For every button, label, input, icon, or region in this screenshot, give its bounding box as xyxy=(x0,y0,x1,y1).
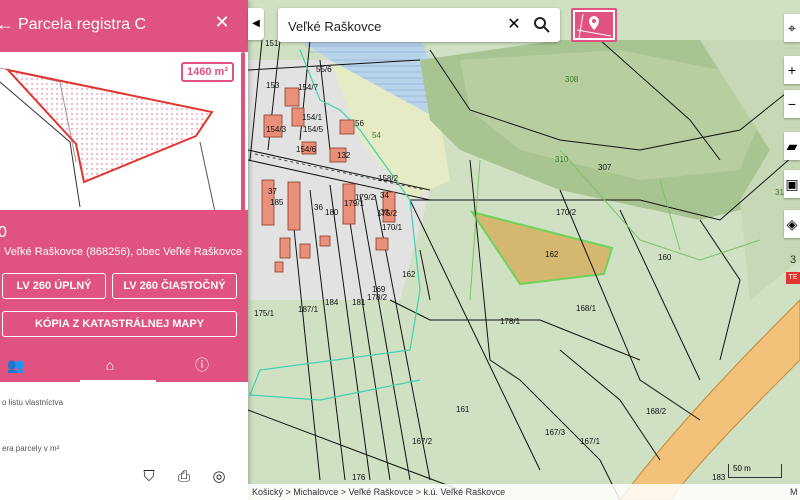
parcel-label: 154/5 xyxy=(303,125,324,134)
map-location-button[interactable] xyxy=(571,8,617,42)
scrollbar[interactable] xyxy=(241,52,245,212)
parcel-label: 154/3 xyxy=(266,125,287,134)
bookmark-icon[interactable]: ⛉ xyxy=(138,466,160,488)
search-input[interactable] xyxy=(286,14,500,38)
parcel-label: 178/2 xyxy=(367,293,388,302)
parcel-label: 154/7 xyxy=(298,83,319,92)
parcel-label: 151 xyxy=(265,39,279,48)
parcel-label: 54 xyxy=(372,131,381,140)
parcel-label: 184 xyxy=(325,298,339,307)
attribution-corner: M xyxy=(790,487,798,497)
clear-search-icon[interactable]: ✕ xyxy=(504,15,524,35)
layers-icon[interactable]: ◈ xyxy=(784,210,800,238)
parcel-label: 161 xyxy=(456,405,470,414)
map-layer-icon[interactable]: ▰ xyxy=(784,132,800,160)
parcel-label: 154/6 xyxy=(296,145,317,154)
parcel-label: 162 xyxy=(545,250,559,259)
map-pin-icon xyxy=(575,12,613,39)
collapse-panel-button[interactable]: ◀ xyxy=(248,8,264,40)
parcel-label: 170/1 xyxy=(382,223,403,232)
lv-partial-button[interactable]: LV 260 ČIASTOČNÝ xyxy=(112,273,237,299)
parcel-label: 181 xyxy=(352,298,366,307)
active-tab-indicator xyxy=(80,380,156,383)
parcel-label: 36 xyxy=(314,203,323,212)
owner-sheet-description: o listu vlastníctva xyxy=(2,398,63,407)
parcel-label: 170/2 xyxy=(556,208,577,217)
parcel-label: 167/2 xyxy=(412,437,433,446)
parcel-label: 187/1 xyxy=(298,305,319,314)
parcel-label: 153 xyxy=(266,81,280,90)
parcel-label: 308 xyxy=(565,75,579,84)
parcel-label: 167/1 xyxy=(580,437,601,446)
gps-icon[interactable]: ⌖ xyxy=(784,14,800,42)
print-icon[interactable]: ⎙ xyxy=(173,466,195,488)
parcel-label: 132 xyxy=(337,151,351,160)
parcel-label: 168/1 xyxy=(576,304,597,313)
parcel-label: 179/2 xyxy=(355,193,376,202)
parcel-label: 55/6 xyxy=(316,65,332,74)
back-arrow-icon[interactable]: ← xyxy=(0,14,14,35)
parcel-label: 160 xyxy=(658,253,672,262)
tab-property[interactable]: ⌂ xyxy=(70,348,150,382)
parcel-number: 0 xyxy=(0,224,7,241)
lv-full-button[interactable]: LV 260 ÚPLNÝ xyxy=(2,273,106,299)
app-root: 151 153 154/7 55/6 154/1 154/3 154/6 132 154/5 56… xyxy=(0,0,800,500)
side-indicator: 3 xyxy=(790,254,797,266)
parcel-label: 34 xyxy=(380,191,389,200)
image-icon[interactable]: ▣ xyxy=(784,170,800,198)
parcel-label: 183 xyxy=(712,473,726,482)
parcel-label: 33 xyxy=(380,208,389,217)
panel-header: ← Parcela registra C ✕ xyxy=(0,0,248,52)
search-icon[interactable] xyxy=(532,15,552,35)
area-description: era parcely v m² xyxy=(2,444,60,453)
parcel-label: 167/3 xyxy=(545,428,566,437)
parcel-label: 176 xyxy=(352,473,366,482)
chevron-left-icon: ◀ xyxy=(252,18,260,29)
location-breadcrumb: Košický > Michalovce > Veľké Raškovce > … xyxy=(248,484,800,500)
selected-parcel-outline xyxy=(5,68,214,184)
parcel-label: 175/1 xyxy=(254,309,275,318)
parcel-label: 185 xyxy=(270,198,284,207)
people-icon: 👥 xyxy=(7,357,25,373)
panel-tabs: 👥 ⌂ ⓘ xyxy=(0,348,248,382)
parcel-location: Veľké Raškovce (868256), obec Veľké Rašk… xyxy=(4,246,243,258)
parcel-label: 158/2 xyxy=(378,174,399,183)
info-icon: ⓘ xyxy=(195,357,209,373)
parcel-panel: ← Parcela registra C ✕ 1460 m² 0 Veľké R xyxy=(0,0,248,500)
map-copy-button[interactable]: KÓPIA Z KATASTRÁLNEJ MAPY xyxy=(2,311,237,337)
neighbor-line xyxy=(199,141,216,213)
parcel-label: 37 xyxy=(268,187,277,196)
parcel-label: 168/2 xyxy=(646,407,667,416)
parcel-label: 178/1 xyxy=(500,317,521,326)
area-badge: 1460 m² xyxy=(181,62,234,82)
panel-title: Parcela registra C xyxy=(18,16,147,33)
parcel-preview: 1460 m² xyxy=(0,52,240,213)
home-icon: ⌂ xyxy=(105,357,115,373)
parcel-label: 307 xyxy=(598,163,612,172)
tab-owners[interactable]: 👥 xyxy=(0,348,56,382)
scale-bar: 50 m xyxy=(728,464,782,478)
close-button[interactable]: ✕ xyxy=(212,12,232,36)
parcel-label: 180 xyxy=(325,208,339,217)
red-badge[interactable]: TE xyxy=(786,272,800,284)
parcel-label: 56 xyxy=(355,119,364,128)
zoom-out-button[interactable]: − xyxy=(784,90,800,118)
search-bar: ✕ xyxy=(278,8,560,42)
parcel-label: 154/1 xyxy=(302,113,323,122)
parcel-label: 162 xyxy=(402,270,416,279)
parcel-label: 310 xyxy=(555,155,569,164)
zoom-in-button[interactable]: + xyxy=(784,56,800,84)
tab-info[interactable]: ⓘ xyxy=(162,348,242,382)
locate-icon[interactable]: ◎ xyxy=(208,466,230,488)
